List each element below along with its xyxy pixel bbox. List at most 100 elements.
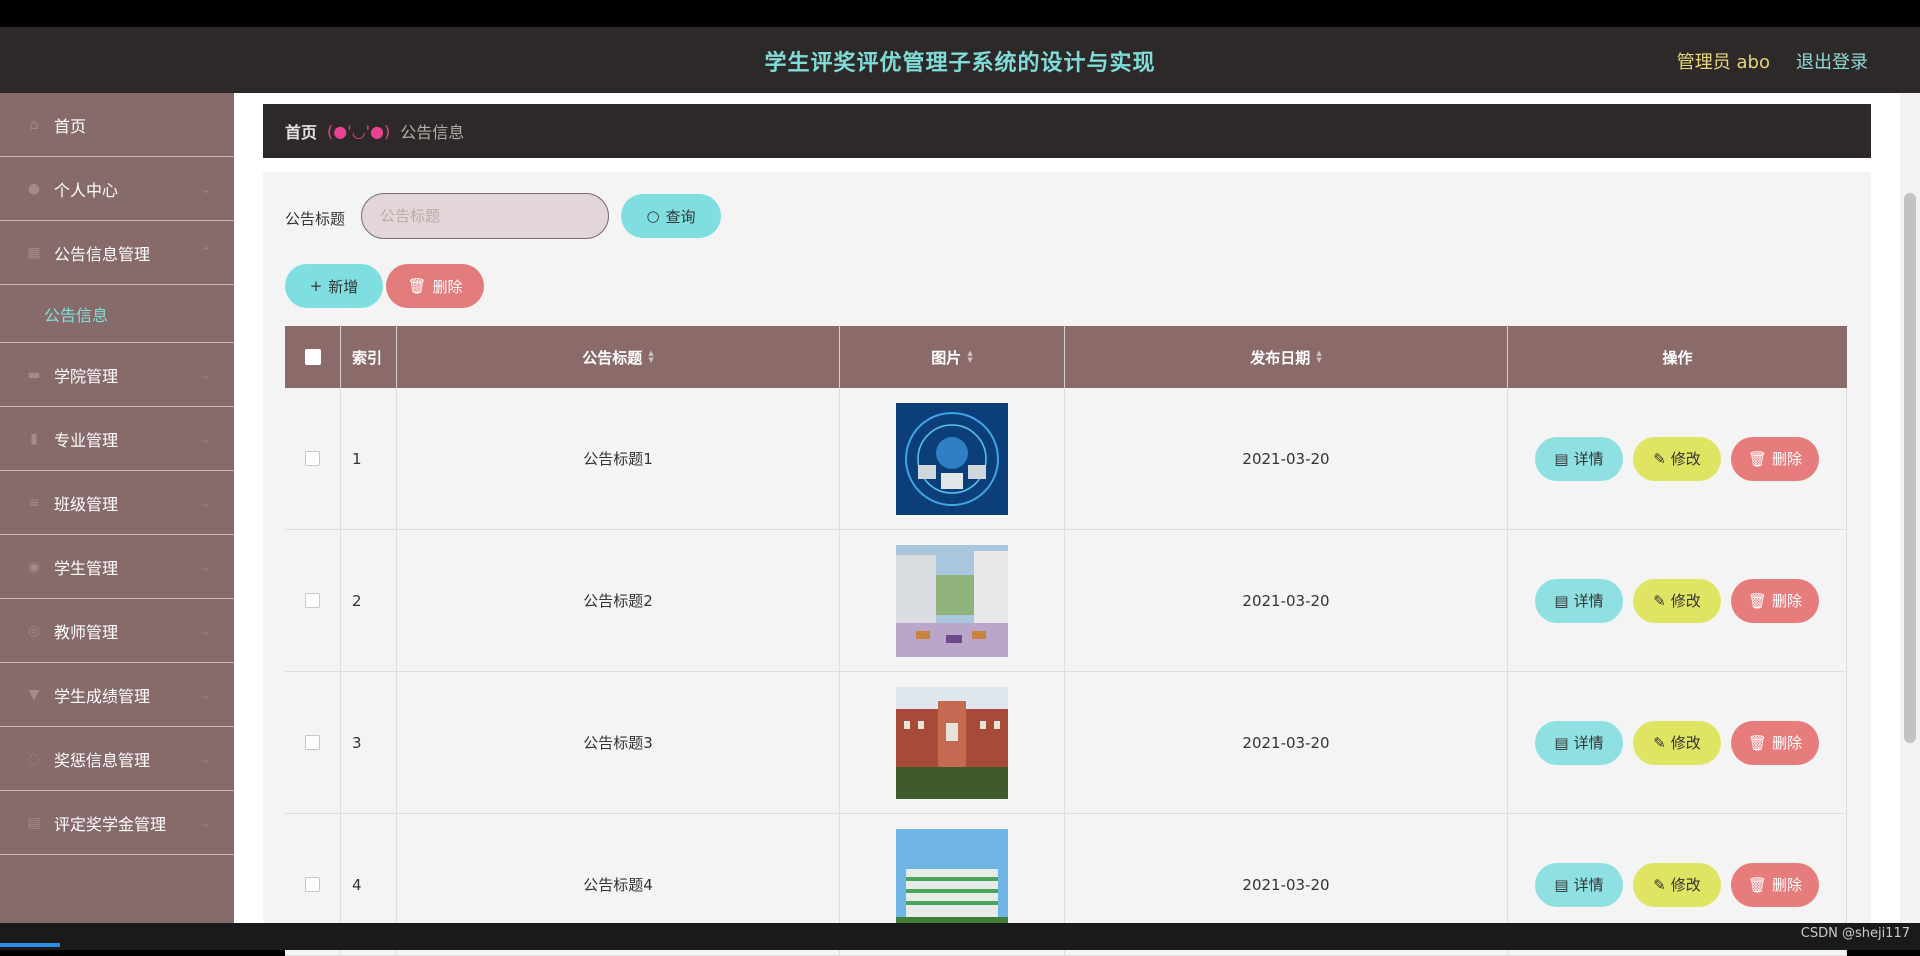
detail-button[interactable]: ▤ 详情: [1535, 578, 1623, 623]
sidebar-item-label: 学生管理: [54, 558, 119, 578]
detail-button-label: 详情: [1573, 450, 1604, 468]
sidebar-item-label: 首页: [54, 116, 87, 136]
header-title[interactable]: 公告标题 ▲ ▼: [397, 326, 840, 388]
row-image-cell: [840, 672, 1065, 813]
row-checkbox[interactable]: [305, 593, 320, 608]
trash-icon: 🗑: [407, 277, 427, 295]
row-title: 公告标题1: [397, 388, 840, 529]
table-row: 2 公告标题2 2021-03-20 ▤ 详情 ✎ 修改 🗑 删除: [285, 530, 1847, 672]
sidebar-item-label: 奖惩信息管理: [54, 750, 151, 770]
detail-button[interactable]: ▤ 详情: [1535, 862, 1623, 907]
sidebar-item-home[interactable]: ⌂ 首页: [0, 93, 234, 157]
circle-icon: ◌: [27, 750, 41, 767]
logout-link[interactable]: 退出登录: [1796, 48, 1868, 74]
sort-icon[interactable]: ▲ ▼: [648, 350, 653, 364]
detail-button-label: 详情: [1573, 592, 1604, 610]
sidebar-item-profile[interactable]: ● 个人中心 ⌄: [0, 157, 234, 221]
add-button[interactable]: + 新增: [285, 264, 383, 308]
sidebar-item-notice-management[interactable]: ▦ 公告信息管理 ⌃: [0, 221, 234, 285]
header-date[interactable]: 发布日期 ▲ ▼: [1065, 326, 1508, 388]
row-checkbox[interactable]: [305, 877, 320, 892]
batch-delete-button[interactable]: 🗑 删除: [386, 264, 484, 308]
row-index: 1: [341, 388, 397, 529]
header-image[interactable]: 图片 ▲ ▼: [840, 326, 1065, 388]
row-index: 3: [341, 672, 397, 813]
sidebar-item-label: 专业管理: [54, 430, 119, 450]
pencil-icon: ✎: [1653, 449, 1666, 468]
delete-button-label: 删除: [1772, 876, 1803, 894]
admin-user-label: 管理员 abo: [1676, 52, 1770, 73]
query-button-label: 查询: [665, 207, 696, 226]
location-icon: ◉: [27, 558, 41, 575]
sort-icon[interactable]: ▲ ▼: [1316, 350, 1321, 364]
trash-icon: 🗑: [1747, 449, 1768, 468]
delete-button[interactable]: 🗑 删除: [1731, 720, 1819, 765]
document-icon: ▤: [1554, 449, 1569, 468]
edit-button[interactable]: ✎ 修改: [1633, 578, 1721, 623]
row-actions: ▤ 详情 ✎ 修改 🗑 删除: [1508, 388, 1847, 529]
delete-button-label: 删除: [432, 277, 463, 296]
delete-button[interactable]: 🗑 删除: [1731, 436, 1819, 481]
document-icon: ▤: [1554, 591, 1569, 610]
detail-button-label: 详情: [1573, 876, 1604, 894]
progress-indicator: [0, 943, 60, 947]
edit-button-label: 修改: [1670, 450, 1701, 468]
header-image-label: 图片: [931, 348, 962, 367]
row-image-cell: [840, 388, 1065, 529]
sidebar-subitem-notice[interactable]: 公告信息: [0, 285, 234, 343]
delete-button[interactable]: 🗑 删除: [1731, 862, 1819, 907]
delete-button-label: 删除: [1772, 734, 1803, 752]
query-button[interactable]: ○ 查询: [621, 194, 721, 238]
sort-icon[interactable]: ▲ ▼: [967, 350, 972, 364]
row-checkbox[interactable]: [305, 735, 320, 750]
edit-button-label: 修改: [1670, 592, 1701, 610]
row-date: 2021-03-20: [1065, 672, 1508, 813]
sidebar-item-student[interactable]: ◉ 学生管理 ⌄: [0, 535, 234, 599]
sidebar-item-scholarship[interactable]: ▤ 评定奖学金管理 ⌄: [0, 791, 234, 855]
sidebar-item-teacher[interactable]: ◎ 教师管理 ⌄: [0, 599, 234, 663]
sidebar-item-major[interactable]: ▮ 专业管理 ⌄: [0, 407, 234, 471]
scrollbar[interactable]: [1900, 93, 1920, 923]
chevron-down-icon: ⌄: [200, 559, 212, 575]
detail-button-label: 详情: [1573, 734, 1604, 752]
trash-icon: 🗑: [1747, 733, 1768, 752]
edit-button[interactable]: ✎ 修改: [1633, 862, 1721, 907]
detail-button[interactable]: ▤ 详情: [1535, 720, 1623, 765]
globe-tech-image: [896, 402, 1008, 515]
courtyard-image: [896, 544, 1008, 657]
sidebar-item-label: 学生成绩管理: [54, 686, 151, 706]
breadcrumb-separator: (●'◡'●): [327, 121, 391, 141]
breadcrumb-home[interactable]: 首页: [285, 119, 317, 143]
row-checkbox[interactable]: [305, 451, 320, 466]
chevron-down-icon: ⌄: [200, 181, 212, 197]
folder-icon: ▬: [27, 366, 41, 383]
row-actions: ▤ 详情 ✎ 修改 🗑 删除: [1508, 530, 1847, 671]
book-icon: ▮: [30, 430, 38, 447]
sidebar-item-college[interactable]: ▬ 学院管理 ⌄: [0, 343, 234, 407]
home-icon: ⌂: [29, 116, 39, 133]
sidebar-item-label: 班级管理: [54, 494, 119, 514]
edit-button[interactable]: ✎ 修改: [1633, 436, 1721, 481]
chevron-down-icon: ⌄: [200, 687, 212, 703]
chevron-down-icon: ⌄: [200, 815, 212, 831]
chevron-down-icon: ⌄: [200, 751, 212, 767]
detail-button[interactable]: ▤ 详情: [1535, 436, 1623, 481]
breadcrumb: 首页 (●'◡'●) 公告信息: [263, 104, 1871, 158]
search-icon: ○: [646, 207, 660, 225]
edit-button[interactable]: ✎ 修改: [1633, 720, 1721, 765]
search-input[interactable]: [361, 193, 609, 239]
select-all-checkbox[interactable]: [304, 349, 321, 365]
sidebar-item-class[interactable]: ≡ 班级管理 ⌄: [0, 471, 234, 535]
delete-button[interactable]: 🗑 删除: [1731, 578, 1819, 623]
trophy-icon: ▼: [28, 686, 40, 703]
scrollbar-thumb[interactable]: [1904, 193, 1916, 743]
watermark: CSDN @sheji117: [1800, 926, 1910, 941]
sidebar-item-label: 学院管理: [54, 366, 119, 386]
row-title: 公告标题3: [397, 672, 840, 813]
sidebar: ⌂ 首页 ● 个人中心 ⌄ ▦ 公告信息管理 ⌃ 公告信息 ▬ 学院管理 ⌄ ▮…: [0, 93, 234, 923]
notice-table: 索引 公告标题 ▲ ▼ 图片 ▲ ▼ 发布日期 ▲ ▼ 操作 1 公告标题1 2…: [285, 326, 1847, 956]
globe-icon: ◎: [27, 622, 41, 639]
sidebar-item-grades[interactable]: ▼ 学生成绩管理 ⌄: [0, 663, 234, 727]
sidebar-item-rewards[interactable]: ◌ 奖惩信息管理 ⌄: [0, 727, 234, 791]
sidebar-item-label: 公告信息管理: [54, 244, 151, 264]
